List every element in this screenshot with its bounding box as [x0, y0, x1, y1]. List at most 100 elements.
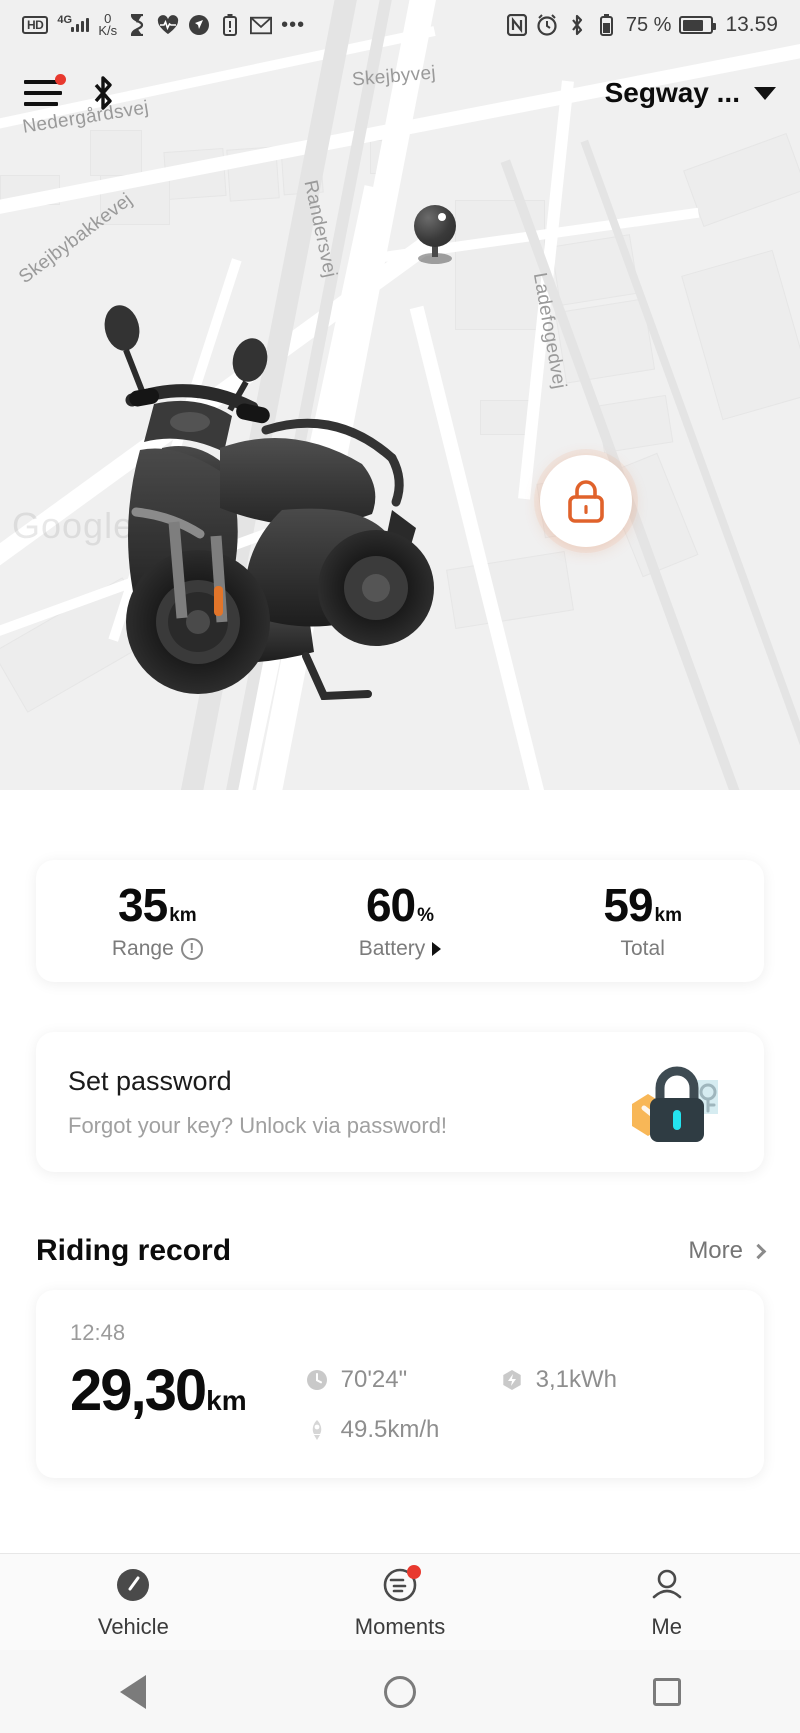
stat-unit: % [417, 904, 435, 926]
status-clock: 13.59 [725, 13, 778, 36]
bottom-tab-bar: Vehicle Moments Me [0, 1553, 800, 1650]
nav-home-button[interactable] [355, 1662, 445, 1722]
status-bar-right: 75 % 13.59 [506, 13, 778, 37]
stat-value: 35 km [118, 882, 197, 928]
hourglass-icon [126, 14, 148, 36]
nav-back-button[interactable] [88, 1662, 178, 1722]
stat-battery[interactable]: 60 % Battery [279, 882, 522, 961]
energy-bolt-icon [500, 1368, 524, 1392]
overflow-dots-icon: ••• [281, 14, 306, 36]
padlock-with-key-icon [622, 1052, 732, 1152]
ride-metric-value: 3,1kWh [535, 1366, 617, 1393]
more-link[interactable]: More [688, 1237, 767, 1265]
stat-value: 60 % [366, 882, 434, 928]
stat-number: 59 [603, 878, 653, 931]
stat-total[interactable]: 59 km Total [521, 882, 764, 961]
tab-label: Moments [354, 1613, 446, 1639]
set-password-subtitle: Forgot your key? Unlock via password! [68, 1112, 448, 1138]
ride-metric-duration: 70'24" [305, 1366, 500, 1394]
hamburger-menu-icon[interactable] [24, 74, 66, 110]
signal-bars-icon [71, 18, 90, 32]
app-screen: Nedergårdsvej Skejbyvej Skejbybakkevej R… [0, 0, 800, 1733]
map-building [90, 130, 142, 176]
vehicle-name-label: Segway ... [604, 77, 740, 108]
ride-metrics: 70'24" 3,1kWh 49.5km/h [305, 1366, 695, 1444]
info-icon[interactable]: ! [180, 937, 203, 960]
app-header: Segway ... [0, 58, 800, 128]
hd-icon: HD [22, 16, 49, 34]
riding-record-card[interactable]: 12:48 29,30 km 70'24" 3,1kWh 49.5km/h [36, 1290, 764, 1478]
heartbeat-icon [157, 14, 179, 36]
tab-me[interactable]: Me [533, 1565, 800, 1640]
battery-fill [682, 19, 704, 31]
person-icon [647, 1565, 687, 1605]
tab-vehicle[interactable]: Vehicle [0, 1565, 267, 1640]
lock-button[interactable] [540, 455, 632, 547]
set-password-title: Set password [68, 1065, 232, 1096]
stat-range[interactable]: 35 km Range ! [36, 882, 279, 961]
ride-distance: 29,30 km [70, 1362, 247, 1420]
stat-label: Battery [358, 936, 426, 960]
ride-metric-value: 49.5km/h [340, 1416, 440, 1443]
speed-rocket-icon [305, 1418, 329, 1442]
chevron-right-icon [750, 1243, 767, 1259]
clock-icon [305, 1368, 329, 1392]
stat-number: 35 [118, 878, 168, 931]
ride-body: 29,30 km 70'24" 3,1kWh 49.5km/h [70, 1362, 730, 1444]
lock-icon [568, 480, 604, 523]
set-password-card[interactable]: Set password Forgot your key? Unlock via… [36, 1032, 764, 1172]
status-bar: HD 4G 0 K/s ••• 75 % 13.59 [0, 0, 800, 50]
status-bar-left: HD 4G 0 K/s ••• [22, 12, 306, 38]
menu-notification-dot [55, 74, 66, 85]
set-password-texts: Set password Forgot your key? Unlock via… [68, 1066, 622, 1139]
moments-badge [407, 1564, 421, 1579]
compass-icon [188, 14, 210, 36]
bluetooth-icon [566, 14, 588, 36]
nfc-icon [506, 14, 528, 36]
data-rate-indicator: 0 K/s [98, 12, 118, 38]
pin-ball [414, 205, 456, 247]
battery-vertical-icon [596, 14, 618, 36]
vehicle-location-pin-icon[interactable] [410, 205, 460, 267]
battery-alert-icon [219, 14, 241, 36]
signal-icon: 4G [57, 14, 90, 32]
back-triangle-icon [120, 1674, 147, 1709]
data-rate-unit: K/s [98, 23, 118, 38]
stat-unit: km [654, 904, 682, 926]
stat-value: 59 km [603, 882, 682, 928]
recents-square-icon [652, 1677, 681, 1706]
caret-right-icon [432, 941, 442, 956]
mail-icon [250, 14, 273, 36]
caret-down-icon [754, 86, 776, 100]
stat-unit: km [169, 904, 197, 926]
tab-moments[interactable]: Moments [267, 1564, 534, 1640]
ride-metric-value: 70'24" [340, 1366, 408, 1393]
stat-label: Total [620, 936, 665, 960]
pin-highlight [438, 213, 446, 221]
tab-label: Vehicle [97, 1613, 169, 1639]
bluetooth-icon[interactable] [88, 75, 118, 111]
tab-label: Me [651, 1613, 682, 1639]
nav-recents-button[interactable] [622, 1662, 712, 1722]
battery-percent-label: 75 % [625, 13, 672, 36]
stat-label-row: Total [621, 937, 665, 961]
stat-number: 60 [365, 878, 416, 931]
battery-horizontal-icon [679, 16, 717, 34]
vehicle-selector[interactable]: Segway ... [605, 77, 776, 109]
feed-icon [380, 1564, 421, 1605]
content-area: 35 km Range ! 60 % Battery 59 km Total S… [0, 790, 800, 1553]
scooter-illustration [70, 300, 490, 701]
ride-distance-unit: km [206, 1385, 247, 1416]
speedometer-icon [113, 1565, 153, 1605]
android-nav-bar [0, 1650, 800, 1733]
alarm-icon [536, 14, 558, 36]
stat-label: Range [111, 936, 174, 960]
vehicle-stats-card: 35 km Range ! 60 % Battery 59 km Total [36, 860, 764, 982]
ride-metric-energy: 3,1kWh [500, 1366, 695, 1394]
ride-distance-value: 29,30 [70, 1358, 207, 1423]
network-gen-label: 4G [57, 14, 73, 26]
home-circle-icon [383, 1675, 416, 1708]
stat-label-row: Range ! [112, 937, 203, 961]
page-title: Riding record [36, 1234, 232, 1267]
ride-metric-speed: 49.5km/h [305, 1416, 500, 1444]
